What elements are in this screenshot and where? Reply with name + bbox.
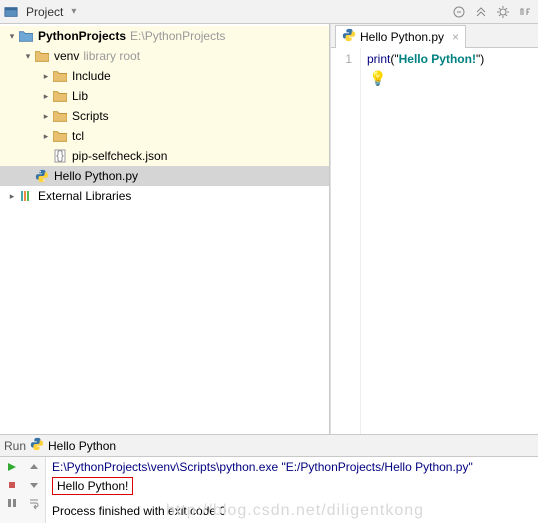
- chevron-right-icon[interactable]: ▸: [40, 91, 52, 102]
- cmd-line: E:\PythonProjects\venv\Scripts\python.ex…: [52, 459, 532, 475]
- toggle-break-button[interactable]: [2, 495, 22, 511]
- run-output[interactable]: E:\PythonProjects\venv\Scripts\python.ex…: [46, 457, 538, 523]
- chevron-right-icon[interactable]: ▸: [6, 191, 18, 202]
- line-gutter: 1: [331, 48, 361, 434]
- svg-text:{}: {}: [56, 149, 64, 162]
- scroll-down-button[interactable]: [24, 477, 44, 493]
- chevron-right-icon[interactable]: ▸: [40, 71, 52, 82]
- tree-external-libs[interactable]: ▸ External Libraries: [0, 186, 329, 206]
- code-content[interactable]: print("Hello Python!") 💡: [361, 48, 538, 434]
- dir-label: tcl: [72, 129, 84, 143]
- hide-icon[interactable]: [516, 3, 534, 21]
- chevron-down-icon[interactable]: ▾: [6, 31, 18, 42]
- stop-button[interactable]: [2, 477, 22, 493]
- folder-icon: [52, 128, 68, 144]
- toolbar: Project ▾: [0, 0, 538, 24]
- folder-icon: [52, 88, 68, 104]
- run-toolbar: [0, 457, 46, 523]
- code-editor[interactable]: 1 print("Hello Python!") 💡: [331, 48, 538, 434]
- run-config-name[interactable]: Hello Python: [48, 439, 116, 453]
- dir-label: Lib: [72, 89, 88, 103]
- file-label: pip-selfcheck.json: [72, 149, 167, 163]
- python-file-icon: [342, 28, 356, 45]
- chevron-right-icon[interactable]: ▸: [40, 131, 52, 142]
- exit-line: Process finished with exit code 0: [52, 503, 532, 519]
- tab-label: Hello Python.py: [360, 30, 444, 44]
- tree-dir-scripts[interactable]: ▸ Scripts: [0, 106, 329, 126]
- soft-wrap-button[interactable]: [24, 495, 44, 511]
- project-label[interactable]: Project: [22, 5, 67, 19]
- editor-tabs: Hello Python.py ×: [331, 24, 538, 48]
- settings-gear-icon[interactable]: [494, 3, 512, 21]
- editor-tab-hello[interactable]: Hello Python.py ×: [335, 25, 466, 47]
- rerun-button[interactable]: [2, 459, 22, 475]
- libraries-icon: [18, 188, 34, 204]
- tree-root[interactable]: ▾ PythonProjects E:\PythonProjects: [0, 26, 329, 46]
- editor-area: Hello Python.py × 1 print("Hello Python!…: [330, 24, 538, 434]
- folder-icon: [52, 68, 68, 84]
- tab-close-icon[interactable]: ×: [452, 30, 459, 44]
- tree-venv[interactable]: ▾ venv library root: [0, 46, 329, 66]
- tree-dir-lib[interactable]: ▸ Lib: [0, 86, 329, 106]
- collapse-all-icon[interactable]: [450, 3, 468, 21]
- dropdown-icon[interactable]: ▾: [71, 6, 76, 17]
- venv-name: venv: [54, 49, 79, 63]
- extlib-label: External Libraries: [38, 189, 131, 203]
- tree-file-hello[interactable]: Hello Python.py: [0, 166, 329, 186]
- root-name: PythonProjects: [38, 29, 126, 43]
- library-folder-icon: [34, 48, 50, 64]
- output-line: Hello Python!: [52, 477, 133, 495]
- python-file-icon: [34, 168, 50, 184]
- file-label: Hello Python.py: [54, 169, 138, 183]
- run-panel: Run Hello Python E:\PythonProjects\venv\…: [0, 434, 538, 522]
- scroll-from-source-icon[interactable]: [472, 3, 490, 21]
- venv-tag: library root: [83, 49, 140, 63]
- python-icon: [30, 437, 44, 454]
- run-tab-label[interactable]: Run: [4, 439, 26, 453]
- folder-icon: [52, 108, 68, 124]
- chevron-down-icon[interactable]: ▾: [22, 51, 34, 62]
- tree-dir-tcl[interactable]: ▸ tcl: [0, 126, 329, 146]
- tree-dir-include[interactable]: ▸ Include: [0, 66, 329, 86]
- dir-label: Include: [72, 69, 111, 83]
- project-icon: [4, 5, 18, 19]
- folder-icon: [18, 28, 34, 44]
- json-file-icon: {}: [52, 148, 68, 164]
- tree-file-pip[interactable]: {} pip-selfcheck.json: [0, 146, 329, 166]
- dir-label: Scripts: [72, 109, 109, 123]
- root-path: E:\PythonProjects: [130, 29, 225, 43]
- lightbulb-icon[interactable]: 💡: [369, 70, 386, 87]
- chevron-right-icon[interactable]: ▸: [40, 111, 52, 122]
- project-tree: ▾ PythonProjects E:\PythonProjects ▾ ven…: [0, 24, 330, 434]
- run-header: Run Hello Python: [0, 435, 538, 457]
- scroll-up-button[interactable]: [24, 459, 44, 475]
